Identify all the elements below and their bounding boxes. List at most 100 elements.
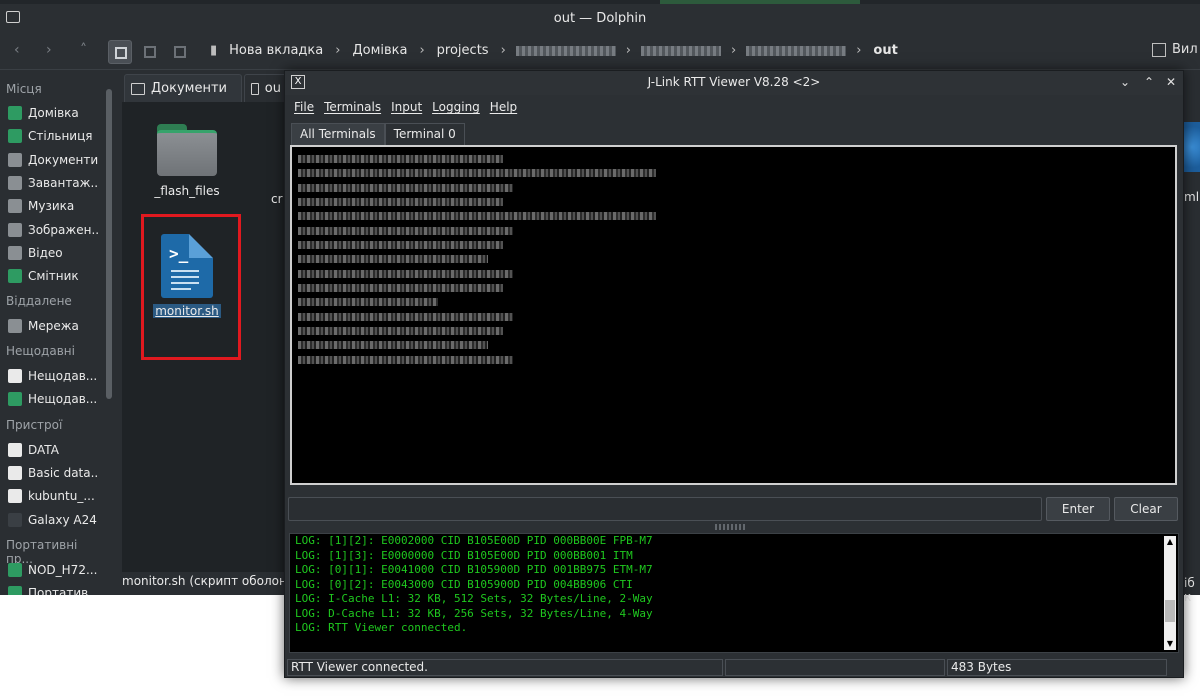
places-item[interactable]: NOD_H72... (8, 560, 98, 580)
minimize-icon[interactable]: ⌄ (1117, 74, 1133, 90)
up-arrow-icon[interactable]: ˄ (80, 42, 87, 58)
status-middle (725, 659, 945, 676)
breadcrumb: ▮ Нова вкладка › Домівка › projects › › … (204, 43, 904, 58)
clear-button[interactable]: Clear (1114, 497, 1178, 521)
red-highlight-box (141, 214, 241, 360)
places-item[interactable]: Портатив... (8, 583, 98, 595)
pane-splitter-handle[interactable] (715, 524, 745, 530)
rtt-titlebar: X J-Link RTT Viewer V8.28 <2> ⌄ ⌃ ✕ (285, 71, 1183, 95)
menu-file[interactable]: File (289, 100, 319, 114)
places-item[interactable]: Мережа (8, 316, 98, 336)
log-output[interactable]: LOG: [1][2]: E0002000 CID B105E00D PID 0… (289, 533, 1179, 653)
breadcrumb-home[interactable]: Домівка (346, 43, 413, 58)
tab-label: Документи (151, 81, 227, 96)
places-scrollbar[interactable] (104, 74, 114, 574)
redacted-terminal-line (298, 298, 438, 306)
places-item[interactable]: Відео (8, 243, 98, 263)
places-item-label: Galaxy A24 (28, 513, 97, 527)
log-line: LOG: [1][3]: E0000000 CID B105E00D PID 0… (295, 548, 633, 562)
tab-all-terminals[interactable]: All Terminals (291, 123, 385, 145)
breadcrumb-separator-icon: › (419, 43, 425, 58)
places-item-label: Музика (28, 199, 75, 213)
rtt-viewer-window: X J-Link RTT Viewer V8.28 <2> ⌄ ⌃ ✕ File… (284, 70, 1184, 678)
redacted-terminal-line (298, 169, 656, 177)
redacted-terminal-line (298, 212, 656, 220)
redacted-terminal-line (298, 227, 513, 235)
status-message: RTT Viewer connected. (287, 659, 723, 676)
places-item[interactable]: Зображен... (8, 220, 98, 240)
compact-view-button[interactable] (138, 40, 162, 64)
details-view-button[interactable] (168, 40, 192, 64)
drive-icon (8, 443, 22, 457)
log-line: LOG: I-Cache L1: 32 KB, 512 Sets, 32 Byt… (295, 592, 653, 605)
redacted-terminal-line (298, 313, 513, 321)
partial-status-text: іб к (1184, 576, 1195, 604)
breadcrumb-new-tab[interactable]: Нова вкладка (223, 43, 329, 58)
split-view-button[interactable]: Вил (1152, 42, 1198, 57)
places-scroll-thumb[interactable] (106, 89, 112, 399)
scroll-down-icon[interactable]: ▼ (1164, 638, 1176, 650)
rtt-menubar: File Terminals Input Logging Help (285, 95, 1183, 119)
drive-icon (8, 466, 22, 480)
log-line: LOG: RTT Viewer connected. (295, 621, 468, 634)
menu-help[interactable]: Help (485, 100, 522, 114)
tab-terminal-0[interactable]: Terminal 0 (384, 123, 465, 145)
terminal-output[interactable] (290, 145, 1177, 485)
back-arrow-icon[interactable]: ‹ (14, 42, 20, 58)
places-item[interactable]: Смітник (8, 266, 98, 286)
terminal-tabs: All Terminals Terminal 0 (291, 123, 465, 145)
log-scrollbar[interactable]: ▲ ▼ (1164, 536, 1176, 650)
terminal-input[interactable] (288, 497, 1042, 521)
icons-view-button[interactable] (108, 40, 132, 64)
folder-icon (131, 82, 145, 95)
places-item-label: Стільниця (28, 129, 93, 143)
places-heading: Пристрої (6, 418, 63, 432)
breadcrumb-projects[interactable]: projects (431, 43, 495, 58)
places-item[interactable]: Нещодав... (8, 389, 98, 409)
menu-input[interactable]: Input (386, 100, 427, 114)
breadcrumb-separator-icon: › (856, 43, 862, 58)
phone-icon (8, 513, 22, 527)
places-item[interactable]: Нещодав... (8, 366, 98, 386)
places-item[interactable]: Basic data... (8, 463, 98, 483)
redacted-terminal-line (298, 184, 513, 192)
pictures-icon (8, 223, 22, 237)
places-item[interactable]: kubuntu_... (8, 486, 98, 506)
places-item[interactable]: Galaxy A24 (8, 510, 98, 530)
places-heading: Місця (6, 82, 42, 96)
terminal-input-row: Enter Clear (288, 497, 1178, 521)
forward-arrow-icon[interactable]: › (46, 42, 52, 58)
breadcrumb-current-out[interactable]: out (867, 43, 903, 58)
redacted-terminal-line (298, 155, 503, 163)
breadcrumb-root-icon: ▮ (210, 43, 218, 58)
log-line: LOG: [0][2]: E0043000 CID B105900D PID 0… (295, 577, 633, 591)
log-scroll-thumb[interactable] (1165, 600, 1175, 622)
places-item[interactable]: Домівка (8, 103, 98, 123)
videos-icon (8, 246, 22, 260)
places-item[interactable]: Стільниця (8, 126, 98, 146)
places-item[interactable]: Завантаж... (8, 173, 98, 193)
places-item[interactable]: Документи (8, 150, 98, 170)
breadcrumb-redacted[interactable] (746, 45, 847, 56)
menu-terminals[interactable]: Terminals (319, 100, 386, 114)
places-item[interactable]: Музика (8, 196, 98, 216)
maximize-icon[interactable]: ⌃ (1141, 74, 1157, 90)
scroll-up-icon[interactable]: ▲ (1164, 536, 1176, 548)
file-item-flash-files[interactable]: _flash_files (137, 124, 237, 198)
tab-out[interactable]: ou (244, 74, 288, 102)
breadcrumb-separator-icon: › (500, 43, 506, 58)
log-line: LOG: [0][1]: E0041000 CID B105900D PID 0… (295, 563, 653, 576)
redacted-terminal-line (298, 198, 503, 206)
breadcrumb-redacted[interactable] (515, 45, 616, 56)
close-icon[interactable]: ✕ (1163, 74, 1179, 90)
breadcrumb-redacted[interactable] (640, 45, 721, 56)
places-item-label: Завантаж... (28, 176, 98, 190)
places-item[interactable]: DATA (8, 440, 98, 460)
enter-button[interactable]: Enter (1046, 497, 1110, 521)
dolphin-titlebar: out — Dolphin (0, 4, 1200, 32)
places-heading: Нещодавні (6, 344, 75, 358)
rtt-status-bar: RTT Viewer connected. 483 Bytes (285, 657, 1183, 677)
split-icon (1152, 42, 1166, 57)
tab-documents[interactable]: Документи (124, 74, 242, 102)
menu-logging[interactable]: Logging (427, 100, 485, 114)
